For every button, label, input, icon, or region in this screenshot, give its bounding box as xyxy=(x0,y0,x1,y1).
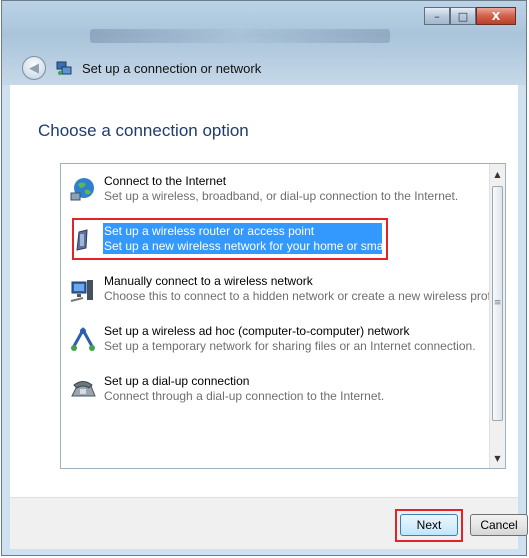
option-title: Manually connect to a wireless network xyxy=(104,274,313,288)
dialog-footer: Next Cancel xyxy=(10,497,528,549)
connection-options-list[interactable]: Connect to the Internet Set up a wireles… xyxy=(60,163,506,469)
maximize-button[interactable]: □ xyxy=(450,7,476,25)
globe-network-icon xyxy=(70,178,94,201)
adhoc-network-icon xyxy=(71,326,95,351)
back-button[interactable]: ◀ xyxy=(22,56,46,80)
cancel-button[interactable]: Cancel xyxy=(470,514,528,536)
navigation-bar: ◀ Set up a connection or network xyxy=(22,54,261,82)
scroll-thumb[interactable]: ≡ xyxy=(492,186,503,421)
scroll-down-arrow-icon[interactable]: ▼ xyxy=(490,450,505,466)
option-description: Choose this to connect to a hidden netwo… xyxy=(104,289,507,303)
window-title: Set up a connection or network xyxy=(82,60,262,76)
blurred-background xyxy=(90,29,390,43)
network-icon xyxy=(56,61,72,75)
dialup-phone-icon xyxy=(71,381,96,397)
next-button[interactable]: Next xyxy=(400,514,458,536)
scroll-up-arrow-icon[interactable]: ▲ xyxy=(490,166,505,182)
page-title: Choose a connection option xyxy=(38,121,249,140)
caption-buttons: – □ X xyxy=(424,7,516,25)
setup-connection-window: – □ X ◀ Set up a connection or network C… xyxy=(1,0,528,556)
close-button[interactable]: X xyxy=(476,7,516,25)
option-title: Connect to the Internet xyxy=(104,174,227,188)
option-adhoc-network[interactable]: Set up a wireless ad hoc (computer-to-co… xyxy=(66,320,486,364)
option-description: Connect through a dial-up connection to … xyxy=(104,389,385,403)
option-title: Set up a wireless ad hoc (computer-to-co… xyxy=(104,324,410,338)
list-scrollbar[interactable]: ▲ ≡ ▼ xyxy=(489,164,505,468)
option-manual-wireless[interactable]: Manually connect to a wireless network C… xyxy=(66,270,506,314)
option-description: Set up a wireless, broadband, or dial-up… xyxy=(104,189,459,203)
back-arrow-icon: ◀ xyxy=(29,60,39,76)
option-connect-internet[interactable]: Connect to the Internet Set up a wireles… xyxy=(66,170,486,214)
option-wireless-router[interactable]: Set up a wireless router or access point… xyxy=(66,218,486,264)
content-area: Choose a connection option Connect to th… xyxy=(10,85,518,497)
option-description: Set up a temporary network for sharing f… xyxy=(104,339,476,353)
wireless-computer-icon xyxy=(70,280,93,302)
highlight-frame xyxy=(72,218,388,260)
option-dialup[interactable]: Set up a dial-up connection Connect thro… xyxy=(66,370,486,414)
grip-icon: ≡ xyxy=(493,298,502,308)
minimize-button[interactable]: – xyxy=(424,7,450,25)
option-title: Set up a dial-up connection xyxy=(104,374,250,388)
title-bar: – □ X ◀ Set up a connection or network xyxy=(2,1,526,85)
